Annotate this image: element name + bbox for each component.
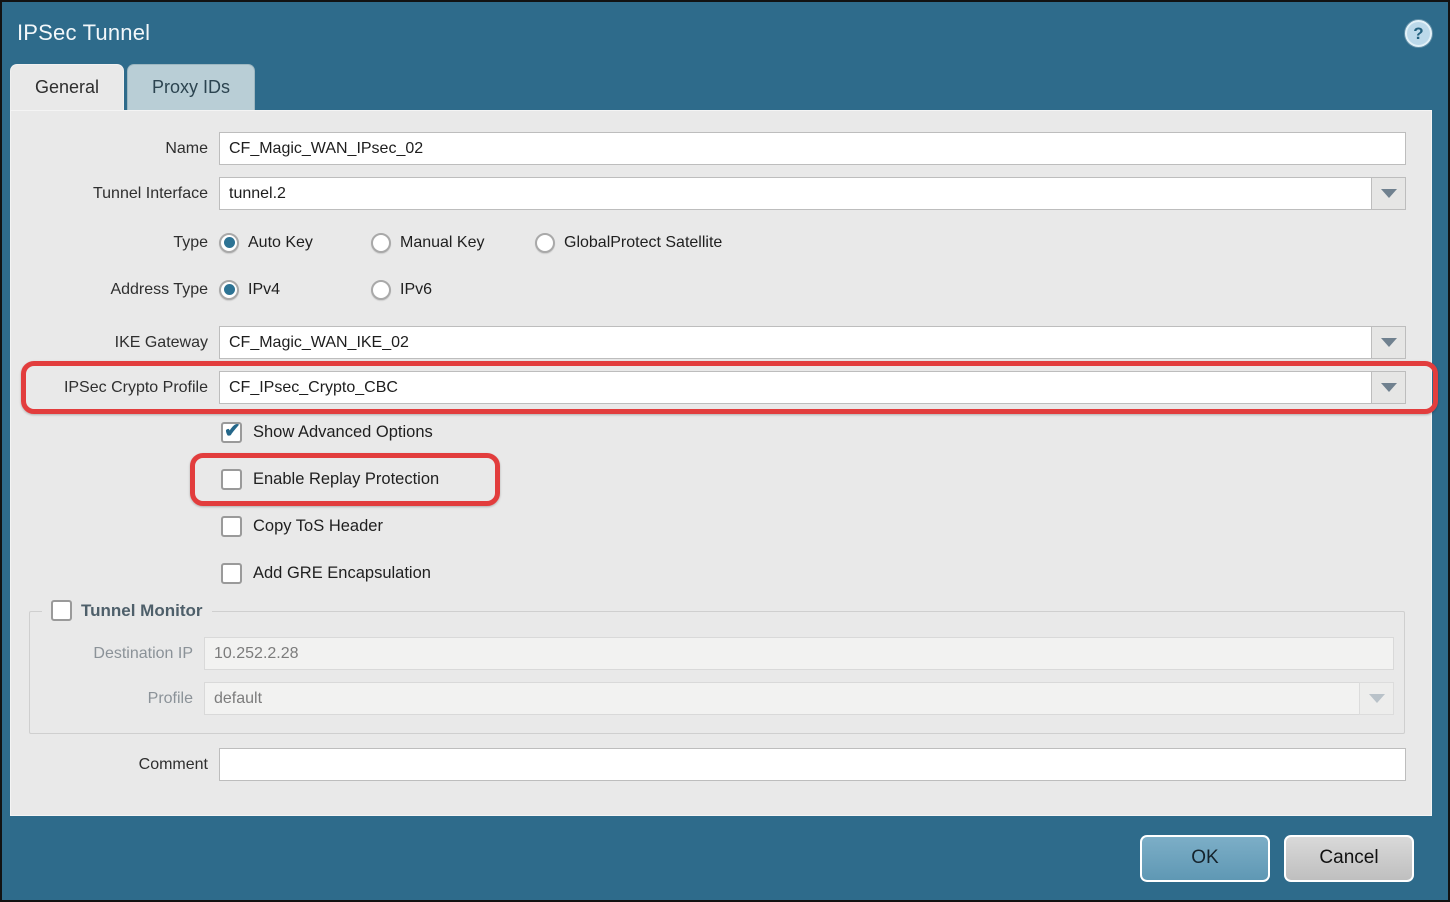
destination-ip-row: Destination IP: [30, 637, 1404, 670]
radio-manual-key[interactable]: Manual Key: [371, 233, 535, 253]
copy-tos-header-checkbox[interactable]: [221, 516, 242, 537]
ipsec-crypto-profile-input[interactable]: [219, 371, 1371, 404]
checkbox-row-add-gre-encapsulation[interactable]: Add GRE Encapsulation: [11, 562, 1431, 584]
address-type-row: Address Type IPv4 IPv6: [11, 273, 1431, 306]
cancel-button[interactable]: Cancel: [1284, 835, 1414, 882]
chevron-down-icon: [1381, 383, 1397, 392]
globalprotect-satellite-radio[interactable]: [535, 233, 555, 253]
ipsec-tunnel-dialog: IPSec Tunnel ? General Proxy IDs Name Tu…: [0, 0, 1450, 902]
enable-replay-protection-checkbox[interactable]: [221, 469, 242, 490]
dialog-footer: OK Cancel: [2, 816, 1448, 900]
ipsec-crypto-profile-label: IPSec Crypto Profile: [11, 379, 219, 397]
monitor-profile-row: Profile: [30, 682, 1404, 715]
checkbox-row-show-advanced-options[interactable]: Show Advanced Options: [11, 421, 1431, 443]
address-type-label: Address Type: [11, 281, 219, 299]
name-input[interactable]: [219, 132, 1406, 165]
tunnel-monitor-checkbox[interactable]: [51, 600, 72, 621]
monitor-profile-dropdown-button: [1359, 682, 1394, 715]
checkbox-row-enable-replay-protection[interactable]: Enable Replay Protection: [11, 468, 1431, 490]
tunnel-interface-row: Tunnel Interface: [11, 177, 1431, 210]
tunnel-monitor-section: Tunnel Monitor Destination IP Profile: [29, 611, 1405, 734]
tunnel-monitor-legend: Tunnel Monitor: [42, 600, 212, 621]
name-row: Name: [11, 132, 1431, 165]
tab-bar: General Proxy IDs: [2, 64, 1448, 110]
ike-gateway-input[interactable]: [219, 326, 1371, 359]
ipv6-radio[interactable]: [371, 280, 391, 300]
ipv4-radio[interactable]: [219, 280, 239, 300]
ike-gateway-dropdown-button[interactable]: [1371, 326, 1406, 359]
tunnel-interface-label: Tunnel Interface: [11, 185, 219, 203]
checkbox-row-copy-tos-header[interactable]: Copy ToS Header: [11, 515, 1431, 537]
dialog-title: IPSec Tunnel: [17, 20, 150, 46]
tunnel-interface-dropdown-button[interactable]: [1371, 177, 1406, 210]
tunnel-monitor-label: Tunnel Monitor: [81, 601, 203, 621]
chevron-down-icon: [1369, 694, 1385, 703]
radio-globalprotect-satellite[interactable]: GlobalProtect Satellite: [535, 233, 722, 253]
dialog-titlebar: IPSec Tunnel ?: [2, 2, 1448, 64]
chevron-down-icon: [1381, 189, 1397, 198]
ike-gateway-row: IKE Gateway: [11, 326, 1431, 359]
show-advanced-options-checkbox[interactable]: [221, 422, 242, 443]
radio-auto-key[interactable]: Auto Key: [219, 233, 371, 253]
ipsec-crypto-profile-dropdown-button[interactable]: [1371, 371, 1406, 404]
radio-ipv4[interactable]: IPv4: [219, 280, 371, 300]
add-gre-encapsulation-checkbox[interactable]: [221, 563, 242, 584]
ok-button[interactable]: OK: [1140, 835, 1270, 882]
help-icon[interactable]: ?: [1405, 20, 1432, 47]
monitor-profile-input: [204, 682, 1359, 715]
type-label: Type: [11, 234, 219, 252]
type-row: Type Auto Key Manual Key GlobalProtect S…: [11, 226, 1431, 259]
general-tab-panel: Name Tunnel Interface Type Auto Key: [10, 110, 1432, 816]
ike-gateway-label: IKE Gateway: [11, 334, 219, 352]
tab-general[interactable]: General: [10, 64, 124, 110]
tunnel-interface-input[interactable]: [219, 177, 1371, 210]
manual-key-radio[interactable]: [371, 233, 391, 253]
tab-proxy-ids[interactable]: Proxy IDs: [127, 64, 255, 110]
destination-ip-input: [204, 637, 1394, 670]
comment-input[interactable]: [219, 748, 1406, 781]
comment-label: Comment: [11, 756, 219, 774]
monitor-profile-label: Profile: [30, 690, 204, 708]
comment-row: Comment: [11, 748, 1431, 781]
destination-ip-label: Destination IP: [30, 645, 204, 663]
auto-key-radio[interactable]: [219, 233, 239, 253]
name-label: Name: [11, 140, 219, 158]
chevron-down-icon: [1381, 338, 1397, 347]
radio-ipv6[interactable]: IPv6: [371, 280, 523, 300]
ipsec-crypto-profile-row: IPSec Crypto Profile: [11, 371, 1431, 404]
